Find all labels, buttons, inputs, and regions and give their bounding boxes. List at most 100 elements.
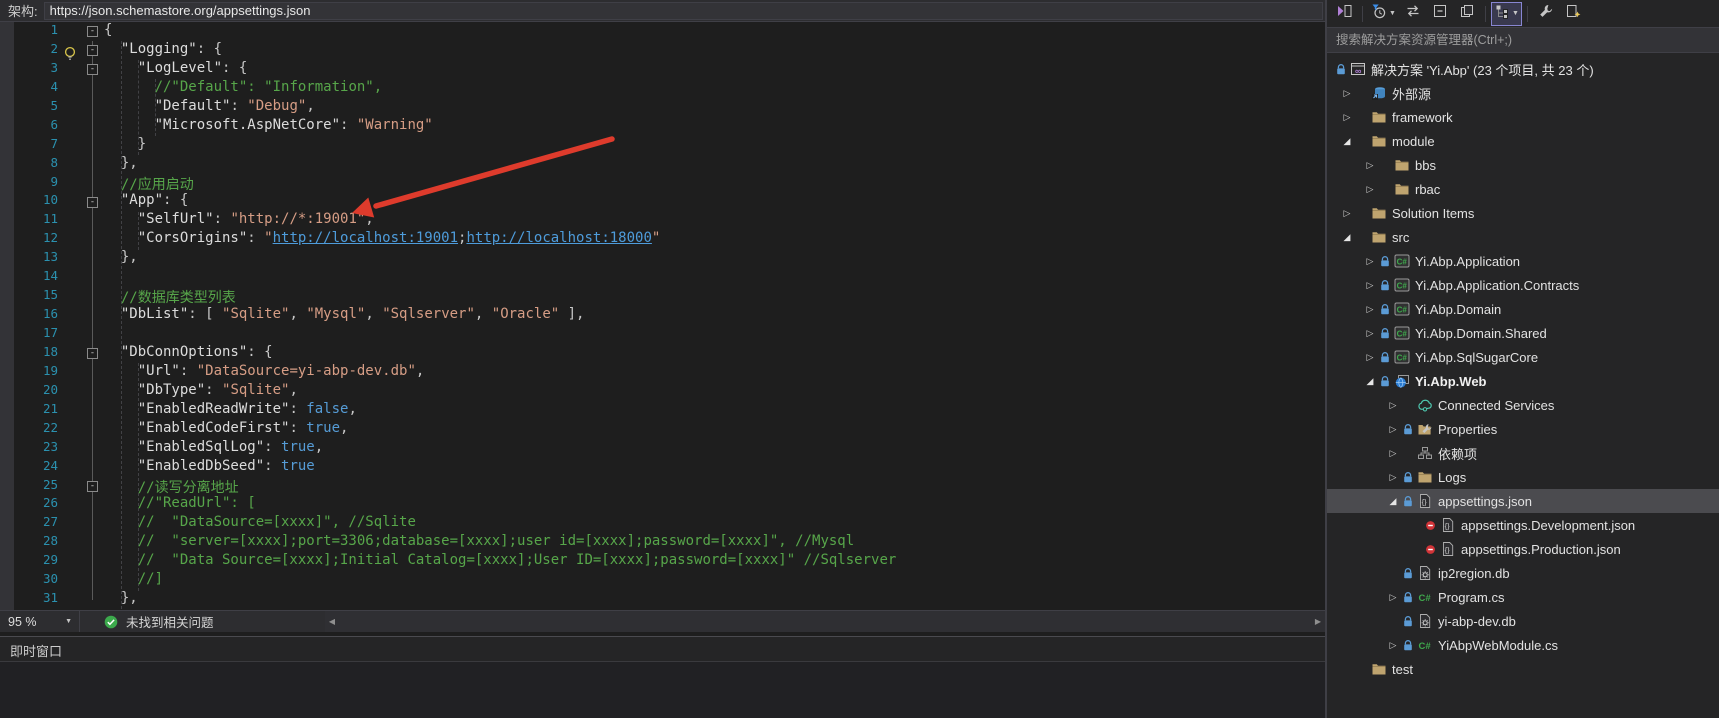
expander-collapsed-icon[interactable]: ▷ [1386,424,1400,435]
tree-item-src[interactable]: ◢src [1327,225,1719,249]
tree-item-label: 外部源 [1392,84,1431,103]
dropdown-caret-icon[interactable]: ▼ [1512,10,1519,17]
tree-item-test[interactable]: test [1327,657,1719,681]
expander-collapsed-icon[interactable]: ▷ [1363,328,1377,339]
tree-item-bbs[interactable]: ▷bbs [1327,153,1719,177]
collapse-all-button[interactable] [1428,3,1452,25]
expander-collapsed-icon[interactable]: ▷ [1363,256,1377,267]
expander-collapsed-icon[interactable]: ▷ [1363,280,1377,291]
tree-item-yi-abp-sqlsugarcore[interactable]: ▷C#Yi.Abp.SqlSugarCore [1327,345,1719,369]
line-number: 16 [0,306,60,325]
line-number: 26 [0,495,60,514]
expander-open-icon[interactable]: ◢ [1363,376,1377,387]
tree-item-program-cs[interactable]: ▷C#Program.cs [1327,585,1719,609]
tree-item-label: Properties [1438,422,1497,437]
search-input[interactable] [1327,27,1719,53]
tree-item-external-sources[interactable]: ▷ 外部源 [1327,81,1719,105]
line-number: 19 [0,363,60,382]
tree-item-yi-abp-domain[interactable]: ▷C#Yi.Abp.Domain [1327,297,1719,321]
line-number: 9 [0,174,60,193]
fold-toggle[interactable]: - [87,197,98,208]
tree-item-logs[interactable]: ▷ Logs [1327,465,1719,489]
lightbulb-icon[interactable] [62,45,78,63]
collapse-all-icon [1432,3,1448,24]
tree-item-properties[interactable]: ▷ Properties [1327,417,1719,441]
expander-collapsed-icon[interactable]: ▷ [1386,592,1400,603]
tree-item-ip2region-db[interactable]: ip2region.db [1327,561,1719,585]
expander-open-icon[interactable]: ◢ [1386,496,1400,507]
expander-collapsed-icon[interactable]: ▷ [1363,304,1377,315]
tree-item-appsettings-development-json[interactable]: {}appsettings.Development.json [1327,513,1719,537]
fold-toggle[interactable]: - [87,45,98,56]
svg-text:C#: C# [1419,641,1432,652]
tree-item-label: Yi.Abp.Web [1415,374,1487,389]
scroll-right-icon[interactable]: ▶ [1311,611,1325,632]
expander-collapsed-icon[interactable]: ▷ [1363,184,1377,195]
expander-collapsed-icon[interactable]: ▷ [1386,448,1400,459]
tree-item-rbac[interactable]: ▷rbac [1327,177,1719,201]
file-nesting-button[interactable]: ▼ [1492,3,1521,25]
json-icon: {} [1438,541,1458,557]
tree-item-framework[interactable]: ▷framework [1327,105,1719,129]
expander-open-icon[interactable]: ◢ [1340,136,1354,147]
line-numbers: 1234567891011121314151617181920212223242… [0,22,60,609]
expander-collapsed-icon[interactable]: ▷ [1340,112,1354,123]
zoom-select[interactable]: 95 % ▼ [0,611,80,632]
solution-tree: ∞解决方案 'Yi.Abp' (23 个项目, 共 23 个) ▷ 外部源 ▷fram… [1327,57,1719,681]
expander-collapsed-icon[interactable]: ▷ [1386,640,1400,651]
expander-collapsed-icon[interactable]: ▷ [1363,352,1377,363]
immediate-window-input[interactable] [0,661,1325,718]
folder-icon [1415,469,1435,485]
editor-status-bar: 95 % ▼ 未找到相关问题 ◀ ▶ [0,610,1325,632]
tree-item-dependencies[interactable]: ▷依赖项 [1327,441,1719,465]
tree-item-yiabpwebmodule-cs[interactable]: ▷C#YiAbpWebModule.cs [1327,633,1719,657]
expander-open-icon[interactable]: ◢ [1340,232,1354,243]
fold-toggle[interactable]: - [87,348,98,359]
fold-toggle[interactable]: - [87,26,98,37]
preview-selected-button[interactable] [1561,3,1585,25]
lock-icon [1377,375,1392,388]
expander-collapsed-icon[interactable]: ▷ [1340,208,1354,219]
switch-views-button[interactable] [1332,3,1356,25]
zoom-level: 95 % [8,615,37,629]
lock-icon [1377,255,1392,268]
expander-collapsed-icon[interactable]: ▷ [1386,472,1400,483]
scroll-left-icon[interactable]: ◀ [325,611,339,632]
tree-item-yi-abp-web[interactable]: ◢ Yi.Abp.Web [1327,369,1719,393]
external-icon [1369,85,1389,101]
tree-item-yi-abp-dev-db[interactable]: yi-abp-dev.db [1327,609,1719,633]
expander-collapsed-icon[interactable]: ▷ [1363,160,1377,171]
show-all-files-button[interactable] [1455,3,1479,25]
line-number: 22 [0,420,60,439]
fold-toggle[interactable]: - [87,64,98,75]
tree-item-label: Logs [1438,470,1466,485]
tree-item-solution[interactable]: ∞解决方案 'Yi.Abp' (23 个项目, 共 23 个) [1327,57,1719,81]
line-number: 21 [0,401,60,420]
tree-item-appsettings-production-json[interactable]: {}appsettings.Production.json [1327,537,1719,561]
tree-item-yi-abp-application[interactable]: ▷C#Yi.Abp.Application [1327,249,1719,273]
svg-text:C#: C# [1397,258,1408,267]
fold-toggle[interactable]: - [87,481,98,492]
csproj-icon: C# [1392,349,1412,365]
tree-item-solution-items[interactable]: ▷Solution Items [1327,201,1719,225]
code-line: }, [104,155,896,174]
file-nesting-icon [1494,3,1510,24]
expander-collapsed-icon[interactable]: ▷ [1386,400,1400,411]
dropdown-caret-icon[interactable]: ▼ [1389,10,1396,17]
tree-item-appsettings-json[interactable]: ◢{}appsettings.json [1327,489,1719,513]
immediate-window-panel: 即时窗口 [0,637,1325,718]
sync-active-document-button[interactable] [1401,3,1425,25]
filter-history-button[interactable]: ▼ [1369,3,1398,25]
tree-item-yi-abp-domain-shared[interactable]: ▷C#Yi.Abp.Domain.Shared [1327,321,1719,345]
lock-icon [1400,471,1415,484]
properties-wrench-button[interactable] [1534,3,1558,25]
tree-item-connected-services[interactable]: ▷Connected Services [1327,393,1719,417]
tree-item-yi-abp-application-contracts[interactable]: ▷C#Yi.Abp.Application.Contracts [1327,273,1719,297]
expander-collapsed-icon[interactable]: ▷ [1340,88,1354,99]
schema-combobox[interactable]: https://json.schemastore.org/appsettings… [44,2,1323,20]
horizontal-scrollbar[interactable]: ◀ ▶ [325,611,1325,632]
check-circle-icon [104,615,118,629]
tree-item-module[interactable]: ◢module [1327,129,1719,153]
code-editor[interactable]: 1234567891011121314151617181920212223242… [0,22,1325,610]
code-line [104,268,896,287]
